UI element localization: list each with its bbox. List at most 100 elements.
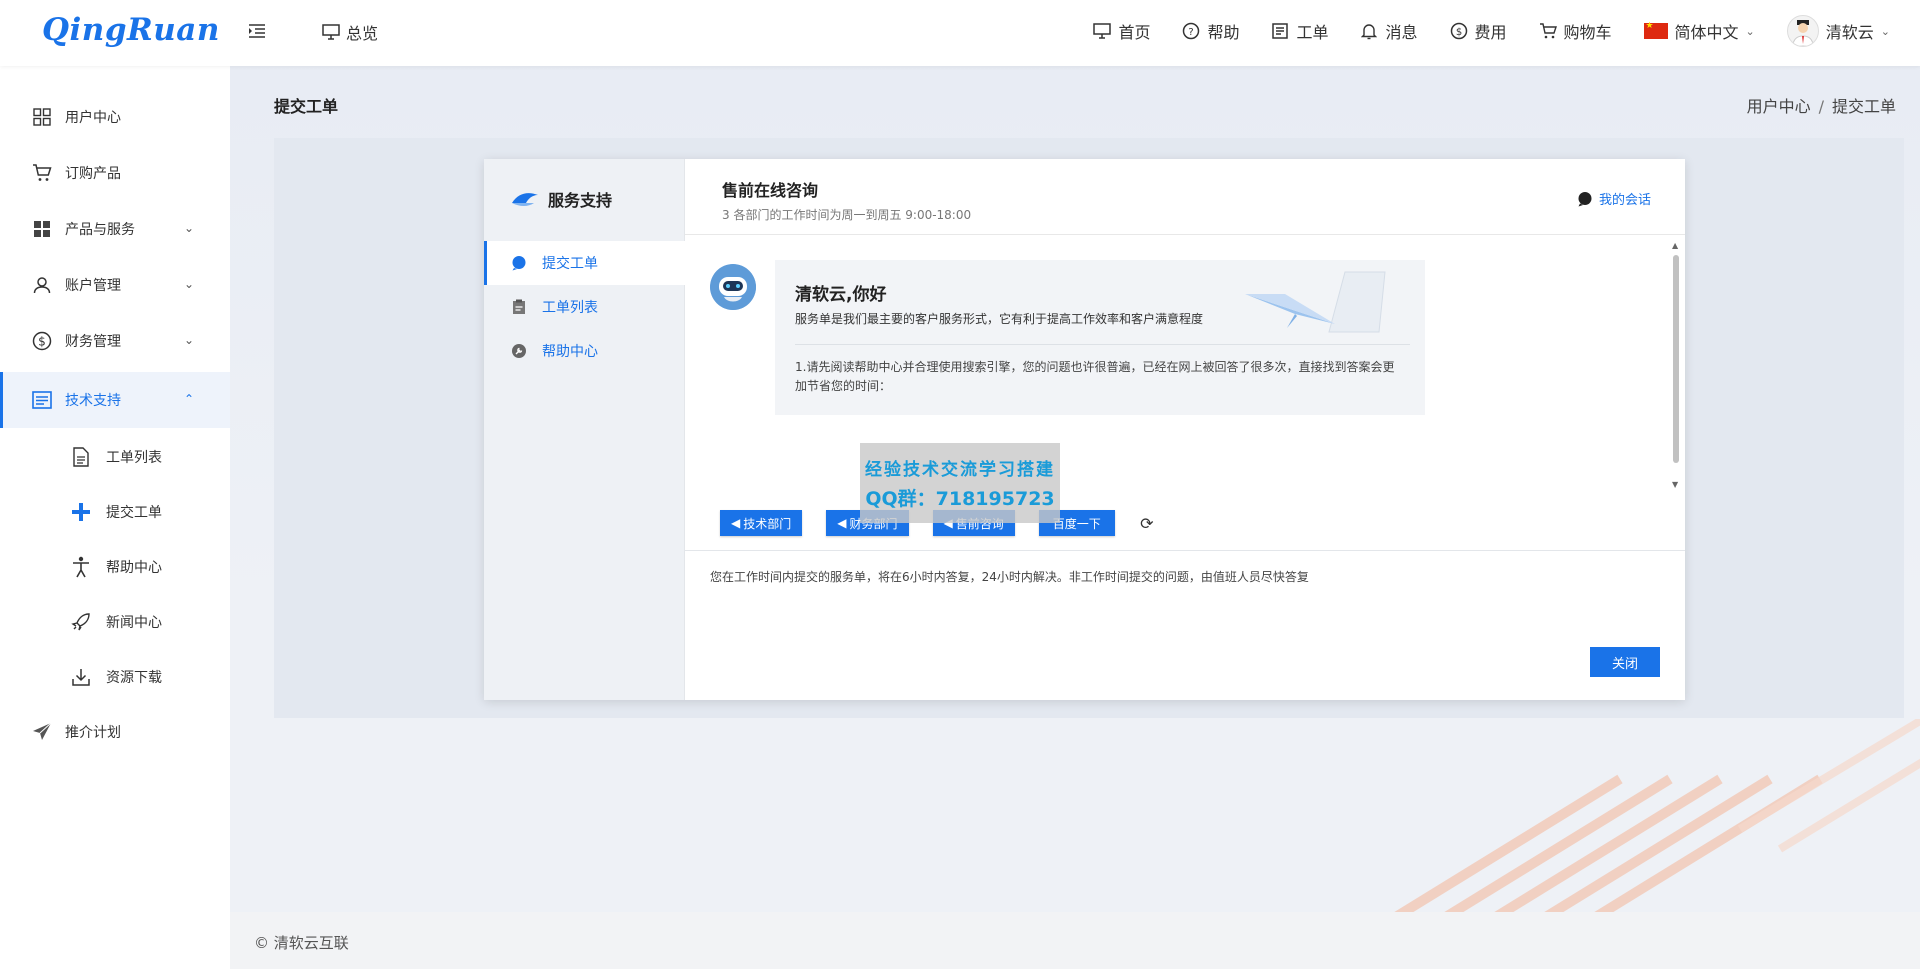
- overview-link[interactable]: 总览: [322, 20, 378, 44]
- help-tip: 1.请先阅读帮助中心并合理使用搜索引擎，您的问题也许很普遍，已经在网上被回答了很…: [795, 360, 1395, 393]
- user-menu[interactable]: 清软云 ⌄: [1786, 15, 1890, 47]
- download-icon: [70, 666, 92, 688]
- sidebar-subitem-downloads[interactable]: 资源下载: [0, 649, 230, 704]
- dialog-title: 售前在线咨询: [722, 181, 819, 200]
- wrench-icon: [510, 342, 528, 360]
- sidebar-subitem-submit-ticket[interactable]: 提交工单: [0, 484, 230, 539]
- my-chat-label: 我的会话: [1598, 193, 1651, 208]
- send-icon: ◀: [837, 516, 847, 530]
- nav-home[interactable]: 首页: [1093, 19, 1150, 43]
- scrollbar-thumb[interactable]: [1673, 255, 1679, 463]
- robot-avatar: [710, 264, 756, 310]
- breadcrumb: 用户中心 / 提交工单: [1747, 93, 1896, 117]
- paper-plane-illustration: [1245, 271, 1386, 333]
- user-icon: [31, 274, 53, 296]
- chevron-up-icon: ⌃: [183, 392, 194, 406]
- scroll-down-icon[interactable]: ▼: [1672, 480, 1678, 489]
- grid-icon: [31, 106, 53, 128]
- chevron-down-icon: ⌄: [1745, 24, 1755, 38]
- nav-home-label: 首页: [1118, 23, 1151, 42]
- language-selector[interactable]: 简体中文 ⌄: [1643, 19, 1755, 43]
- logo[interactable]: QingRuan: [42, 12, 220, 48]
- sidebar-item-finance[interactable]: $ 财务管理 ⌄: [0, 313, 230, 369]
- footer: © 清软云互联: [230, 912, 1920, 969]
- document-icon: [1271, 22, 1289, 40]
- dialog-brand-label: 服务支持: [548, 191, 613, 210]
- dialog-sidebar: 服务支持 提交工单 工单列表 帮助中心: [484, 159, 685, 700]
- nav-cart[interactable]: 购物车: [1539, 19, 1612, 43]
- decorative-stripes: [1357, 719, 1920, 939]
- svg-text:$: $: [38, 335, 46, 349]
- top-nav: 首页 ? 帮助 工单 消息 $ 费用 购物车 简体中文 ⌄: [1093, 0, 1890, 62]
- dialog-brand: 服务支持: [510, 187, 612, 211]
- dialog-nav-label: 提交工单: [542, 256, 598, 272]
- tech-dept-button[interactable]: ◀ 技术部门: [720, 510, 803, 536]
- bell-icon: [1360, 22, 1378, 40]
- sidebar-item-order-product[interactable]: 订购产品: [0, 145, 230, 201]
- chat-scrollbar[interactable]: ▲ ▼: [1671, 241, 1681, 489]
- list-icon: [31, 389, 53, 411]
- dialog-nav-submit-ticket[interactable]: 提交工单: [484, 241, 685, 285]
- breadcrumb-current: 提交工单: [1831, 97, 1896, 116]
- nav-message-label: 消息: [1385, 23, 1418, 42]
- sidebar-item-user-center[interactable]: 用户中心: [0, 89, 230, 145]
- support-dialog: 服务支持 提交工单 工单列表 帮助中心 售前在线咨询 3 各部门的工作时间为周一…: [484, 159, 1685, 700]
- close-button[interactable]: 关闭: [1590, 647, 1660, 677]
- sidebar-item-label: 财务管理: [65, 334, 121, 350]
- sidebar-item-referral[interactable]: 推介计划: [0, 704, 230, 760]
- svg-text:?: ?: [1189, 27, 1194, 38]
- sidebar-subitem-help-center[interactable]: 帮助中心: [0, 539, 230, 594]
- watermark-overlay: 经验技术交流学习搭建 QQ群：718195723: [860, 443, 1060, 523]
- chat-bubble-icon: [510, 254, 528, 272]
- nav-ticket[interactable]: 工单: [1271, 19, 1328, 43]
- chat-area: 清软云,你好 服务单是我们最主要的客户服务形式，它有利于提高工作效率和客户满意程…: [685, 236, 1685, 546]
- help-circle-icon: ?: [1182, 22, 1200, 40]
- divider: [795, 344, 1410, 345]
- dialog-header: 售前在线咨询 3 各部门的工作时间为周一到周五 9:00-18:00 我的会话: [685, 159, 1685, 235]
- avatar: [1786, 15, 1819, 47]
- cloud-logo-icon: [512, 193, 538, 206]
- refresh-icon[interactable]: ⟳: [1137, 513, 1157, 533]
- chevron-down-icon: ⌄: [183, 221, 194, 235]
- dialog-subtitle: 3 各部门的工作时间为周一到周五 9:00-18:00: [722, 208, 972, 222]
- nav-cart-label: 购物车: [1563, 23, 1612, 42]
- dialog-nav-help-center[interactable]: 帮助中心: [484, 329, 685, 373]
- dialog-nav-ticket-list[interactable]: 工单列表: [484, 285, 685, 329]
- sidebar-item-tech-support[interactable]: 技术支持 ⌃: [0, 372, 230, 428]
- sidebar-item-label: 订购产品: [65, 166, 121, 182]
- watermark-line2: QQ群：718195723: [865, 488, 1055, 510]
- greeting: 清软云,你好: [795, 285, 887, 305]
- user-name: 清软云: [1825, 23, 1874, 42]
- paper-plane-icon: [31, 721, 53, 743]
- scroll-up-icon[interactable]: ▲: [1672, 241, 1678, 250]
- file-icon: [70, 446, 92, 468]
- cart-icon: [31, 162, 53, 184]
- dialog-nav-label: 工单列表: [542, 300, 598, 316]
- my-chat-link[interactable]: 我的会话: [1577, 189, 1651, 208]
- breadcrumb-user-center[interactable]: 用户中心: [1747, 97, 1811, 116]
- language-label: 简体中文: [1674, 23, 1739, 42]
- nav-message[interactable]: 消息: [1360, 19, 1418, 43]
- breadcrumb-separator: /: [1818, 97, 1824, 116]
- watermark-line1: 经验技术交流学习搭建: [865, 460, 1055, 480]
- collapse-menu-icon[interactable]: [246, 20, 268, 42]
- sidebar-subitem-label: 提交工单: [106, 504, 162, 521]
- send-icon: ◀: [731, 516, 741, 530]
- nav-cost-label: 费用: [1474, 23, 1507, 42]
- cart-icon: [1539, 22, 1557, 40]
- sidebar-item-account[interactable]: 账户管理 ⌄: [0, 257, 230, 313]
- dialog-nav-label: 帮助中心: [542, 344, 598, 360]
- sidebar-subitem-news-center[interactable]: 新闻中心: [0, 594, 230, 649]
- tech-dept-label: 技术部门: [743, 516, 792, 531]
- nav-cost[interactable]: $ 费用: [1450, 19, 1507, 43]
- sidebar-item-label: 产品与服务: [65, 222, 135, 238]
- sidebar-subitem-ticket-list[interactable]: 工单列表: [0, 429, 230, 484]
- sidebar-item-products-services[interactable]: 产品与服务 ⌄: [0, 201, 230, 257]
- person-icon: [70, 556, 92, 578]
- apps-icon: [31, 218, 53, 240]
- sidebar-subitem-label: 资源下载: [106, 669, 162, 686]
- sidebar-subitem-label: 帮助中心: [106, 559, 162, 576]
- sidebar-subitem-label: 工单列表: [106, 449, 162, 466]
- service-notice: 您在工作时间内提交的服务单，将在6小时内答复，24小时内解决。非工作时间提交的问…: [710, 570, 1309, 584]
- nav-help[interactable]: ? 帮助: [1182, 19, 1239, 43]
